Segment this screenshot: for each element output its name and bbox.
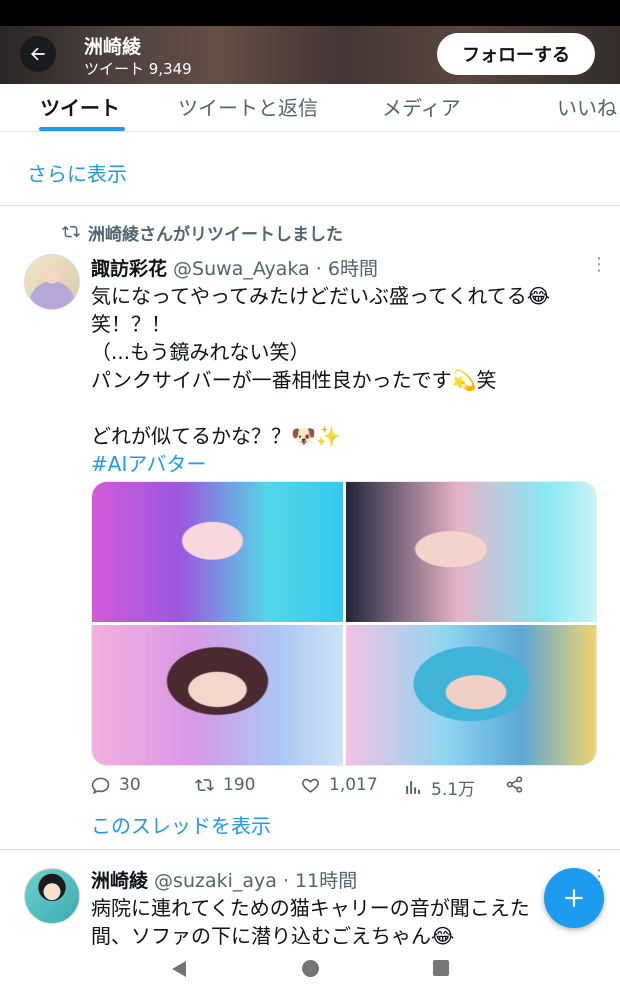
hashtag-link[interactable]: #AIアバター bbox=[91, 448, 207, 477]
retweet-note: 洲崎綾さんがリツイートしました bbox=[62, 220, 343, 245]
author-name[interactable]: 洲崎綾 bbox=[91, 870, 148, 892]
compose-tweet-button[interactable] bbox=[544, 868, 604, 928]
plus-icon bbox=[565, 889, 583, 907]
avatar[interactable] bbox=[24, 254, 80, 310]
profile-tabs: ツイート ツイートと返信 メディア いいね bbox=[0, 84, 620, 132]
avatar[interactable] bbox=[24, 868, 80, 924]
retweet-icon bbox=[62, 225, 80, 238]
author-handle-time: @Suwa_Ayaka · 6時間 bbox=[167, 258, 378, 280]
reply-icon bbox=[91, 777, 110, 794]
tab-tweets-and-replies[interactable]: ツイートと返信 bbox=[178, 92, 318, 121]
analytics-icon bbox=[406, 781, 421, 794]
show-thread-link[interactable]: このスレッドを表示 bbox=[91, 810, 271, 839]
active-tab-indicator bbox=[39, 127, 125, 131]
tweet-text: 病院に連れてくための猫キャリーの音が聞こえた 間、ソファの下に潜り込むごえちゃん… bbox=[91, 896, 530, 948]
profile-name: 洲崎綾 bbox=[84, 36, 142, 58]
tweet-author-line: 諏訪彩花 @Suwa_Ayaka · 6時間 bbox=[91, 254, 378, 281]
view-count: 5.1万 bbox=[431, 780, 476, 800]
android-nav-bar bbox=[0, 948, 620, 992]
media-image[interactable] bbox=[345, 625, 596, 765]
show-more-link[interactable]: さらに表示 bbox=[27, 158, 127, 187]
retweet-icon bbox=[195, 778, 214, 791]
divider bbox=[0, 205, 620, 206]
retweet-note-text: 洲崎綾さんがリツイートしました bbox=[88, 224, 343, 245]
tweet-count: ツイート 9,349 bbox=[84, 60, 192, 78]
reply-count: 30 bbox=[119, 775, 141, 795]
retweet-count: 190 bbox=[223, 775, 256, 795]
share-icon bbox=[506, 776, 523, 793]
media-image[interactable] bbox=[345, 482, 596, 622]
tab-tweets[interactable]: ツイート bbox=[40, 92, 120, 121]
profile-header: 洲崎綾 ツイート 9,349 フォローする bbox=[0, 26, 620, 84]
share-button[interactable] bbox=[505, 775, 524, 794]
media-image[interactable] bbox=[92, 482, 343, 622]
author-handle-time: @suzaki_aya · 11時間 bbox=[148, 870, 358, 892]
follow-button[interactable]: フォローする bbox=[437, 33, 595, 75]
heart-icon bbox=[302, 778, 319, 793]
tweet-actions: 30 190 1,017 5.1万 bbox=[91, 775, 531, 800]
tab-likes[interactable]: いいね bbox=[557, 92, 617, 121]
author-name[interactable]: 諏訪彩花 bbox=[91, 258, 167, 280]
divider bbox=[0, 849, 620, 850]
media-image[interactable] bbox=[92, 625, 343, 765]
back-button[interactable] bbox=[20, 36, 56, 72]
retweet-button[interactable]: 190 bbox=[195, 775, 255, 795]
nav-recents-icon[interactable] bbox=[433, 960, 449, 976]
nav-home-icon[interactable] bbox=[302, 960, 319, 977]
like-button[interactable]: 1,017 bbox=[301, 775, 378, 795]
tab-media[interactable]: メディア bbox=[382, 92, 461, 121]
reply-button[interactable]: 30 bbox=[91, 775, 141, 795]
tweet-text: 気になってやってみたけどだいぶ盛ってくれてる😂 笑！？！ （...もう鏡みれない… bbox=[91, 284, 551, 448]
more-options-icon[interactable]: ⋮ bbox=[590, 256, 608, 274]
views-button[interactable]: 5.1万 bbox=[403, 775, 475, 800]
like-count: 1,017 bbox=[329, 775, 378, 795]
nav-back-icon[interactable] bbox=[172, 961, 186, 977]
tweet-author-line: 洲崎綾 @suzaki_aya · 11時間 bbox=[91, 866, 357, 893]
tweet-media-grid bbox=[91, 481, 597, 766]
status-bar bbox=[0, 0, 620, 26]
arrow-left-icon bbox=[31, 47, 45, 61]
